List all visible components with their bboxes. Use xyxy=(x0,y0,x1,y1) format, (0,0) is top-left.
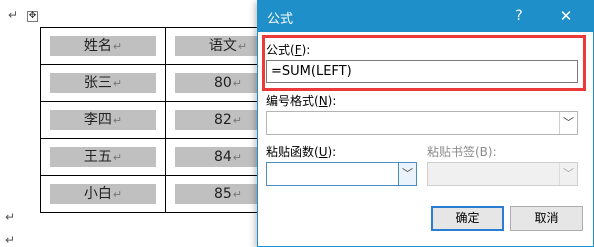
ok-button[interactable]: 确定 xyxy=(431,206,504,231)
label-text: 公式( xyxy=(266,43,295,57)
cell-end-mark: ↵ xyxy=(112,114,123,127)
label-text: ): xyxy=(327,145,337,159)
table-header-row: 姓名↵ 语文↵ xyxy=(40,27,291,65)
paste-function-label: 粘贴函数(U): xyxy=(266,143,336,160)
name-cell: 小白↵ xyxy=(50,184,156,204)
cell-text: 王五 xyxy=(83,149,112,165)
paragraph-mark: ↵ xyxy=(5,233,16,247)
paragraph-mark: ↵ xyxy=(8,8,19,22)
cell-end-mark: ↵ xyxy=(232,151,243,164)
cancel-button[interactable]: 取消 xyxy=(510,206,583,231)
paragraph-mark: ↵ xyxy=(5,210,16,224)
dialog-titlebar[interactable]: 公式 ? ✕ xyxy=(258,1,593,32)
name-cell: 王五↵ xyxy=(50,147,156,167)
chevron-down-icon[interactable]: ﹀ xyxy=(398,163,416,185)
table-row: 李四↵ 82↵ xyxy=(40,101,291,139)
formula-label: 公式(F): xyxy=(266,41,310,58)
chevron-down-icon: ﹀ xyxy=(559,163,577,185)
number-format-select[interactable]: ﹀ xyxy=(266,111,578,135)
table-row: 张三↵ 80↵ xyxy=(40,64,291,102)
cell-end-mark: ↵ xyxy=(232,114,243,127)
cell-text: 82 xyxy=(213,112,232,128)
cell-text: 85 xyxy=(213,186,232,202)
name-cell: 张三↵ xyxy=(50,73,156,93)
cell-end-mark: ↵ xyxy=(112,188,123,201)
table-cell[interactable]: 王五↵ xyxy=(40,138,166,176)
cell-end-mark: ↵ xyxy=(112,151,123,164)
table-cell[interactable]: 李四↵ xyxy=(40,101,166,139)
cell-end-mark: ↵ xyxy=(232,77,243,90)
name-cell: 李四↵ xyxy=(50,110,156,130)
table-row: 小白↵ 85↵ xyxy=(40,175,291,213)
label-hotkey: N xyxy=(318,94,328,108)
paste-bookmark-label: 粘贴书签(B): xyxy=(427,145,497,159)
cell-end-mark: ↵ xyxy=(232,188,243,201)
table-move-handle-icon[interactable]: ✥ xyxy=(27,11,38,22)
header-cell-name: 姓名↵ xyxy=(50,36,156,56)
paste-function-select[interactable]: ﹀ xyxy=(266,162,417,186)
cell-text: 84 xyxy=(213,149,232,165)
help-icon[interactable]: ? xyxy=(507,6,531,26)
label-text: 编号格式( xyxy=(266,94,319,108)
header-text: 姓名 xyxy=(83,38,112,54)
cell-end-mark: ↵ xyxy=(237,40,248,53)
table-cell[interactable]: 小白↵ xyxy=(40,175,166,213)
label-text: 粘贴函数( xyxy=(266,145,319,159)
number-format-label: 编号格式(N): xyxy=(266,92,336,109)
label-hotkey: F xyxy=(294,43,302,57)
cell-text: 小白 xyxy=(83,186,112,202)
cell-text: 张三 xyxy=(83,75,112,91)
cell-end-mark: ↵ xyxy=(112,77,123,90)
dialog-title: 公式 xyxy=(267,12,294,27)
score-table: 姓名↵ 语文↵ 张三↵ 80↵ 李四↵ 82↵ 王五↵ 84↵ 小白↵ 85↵ xyxy=(40,27,291,213)
cell-text: 80 xyxy=(213,75,232,91)
table-row: 王五↵ 84↵ xyxy=(40,138,291,176)
formula-dialog: 公式 ? ✕ 公式(F): =SUM(LEFT) 编号格式(N): ﹀ 粘贴函数… xyxy=(257,0,594,247)
header-text: 语文 xyxy=(208,38,237,54)
label-text: ): xyxy=(301,43,311,57)
table-cell[interactable]: 姓名↵ xyxy=(40,27,166,65)
paste-bookmark-select: ﹀ xyxy=(427,162,578,186)
table-cell[interactable]: 张三↵ xyxy=(40,64,166,102)
chevron-down-icon[interactable]: ﹀ xyxy=(559,112,577,134)
cell-end-mark: ↵ xyxy=(112,40,123,53)
close-icon[interactable]: ✕ xyxy=(554,6,578,26)
cell-text: 李四 xyxy=(83,112,112,128)
formula-input[interactable]: =SUM(LEFT) xyxy=(266,60,578,83)
label-text: ): xyxy=(327,94,337,108)
